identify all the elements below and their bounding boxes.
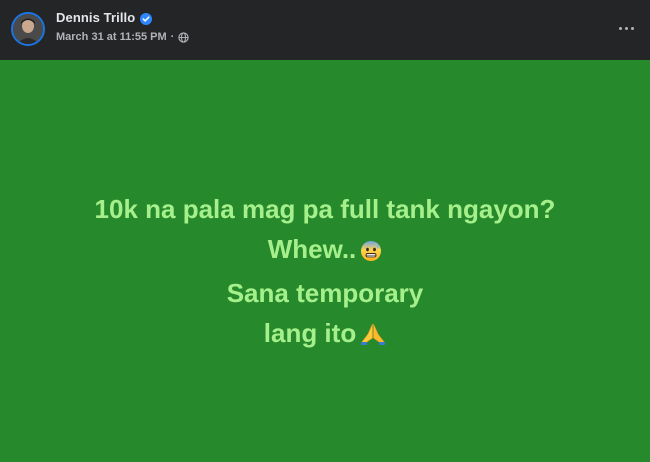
post-body: 10k na pala mag pa full tank ngayon? Whe… xyxy=(0,60,650,462)
post-text-line: 10k na pala mag pa full tank ngayon? xyxy=(95,189,556,229)
post-timestamp[interactable]: March 31 at 11:55 PM xyxy=(56,31,167,43)
line-text: 10k na pala mag pa full tank ngayon? xyxy=(94,194,556,224)
more-dot xyxy=(630,26,634,30)
more-dot xyxy=(624,26,628,30)
post-text: 10k na pala mag pa full tank ngayon? Whe… xyxy=(95,189,556,357)
facebook-post: Dennis Trillo March 31 at 11:55 PM · 10k… xyxy=(0,0,650,462)
post-text-line: lang ito xyxy=(95,313,556,357)
meta-separator: · xyxy=(170,31,175,43)
author-row: Dennis Trillo xyxy=(56,10,153,25)
line-text: lang ito xyxy=(263,318,357,348)
more-dot xyxy=(618,26,622,30)
post-text-line: Whew.. xyxy=(95,229,556,273)
post-header: Dennis Trillo March 31 at 11:55 PM · xyxy=(0,0,650,60)
post-text-line: Sana temporary xyxy=(95,273,556,313)
author-name[interactable]: Dennis Trillo xyxy=(56,10,135,25)
post-meta: March 31 at 11:55 PM · xyxy=(56,31,190,43)
line-text: Sana temporary xyxy=(226,278,424,308)
author-avatar[interactable] xyxy=(11,12,45,46)
globe-icon[interactable] xyxy=(178,31,190,43)
more-options-icon[interactable] xyxy=(614,18,638,38)
anxious-face-emoji xyxy=(360,233,382,273)
folded-hands-emoji xyxy=(360,317,386,357)
line-text: Whew.. xyxy=(267,234,357,264)
verified-badge-icon xyxy=(140,12,153,25)
